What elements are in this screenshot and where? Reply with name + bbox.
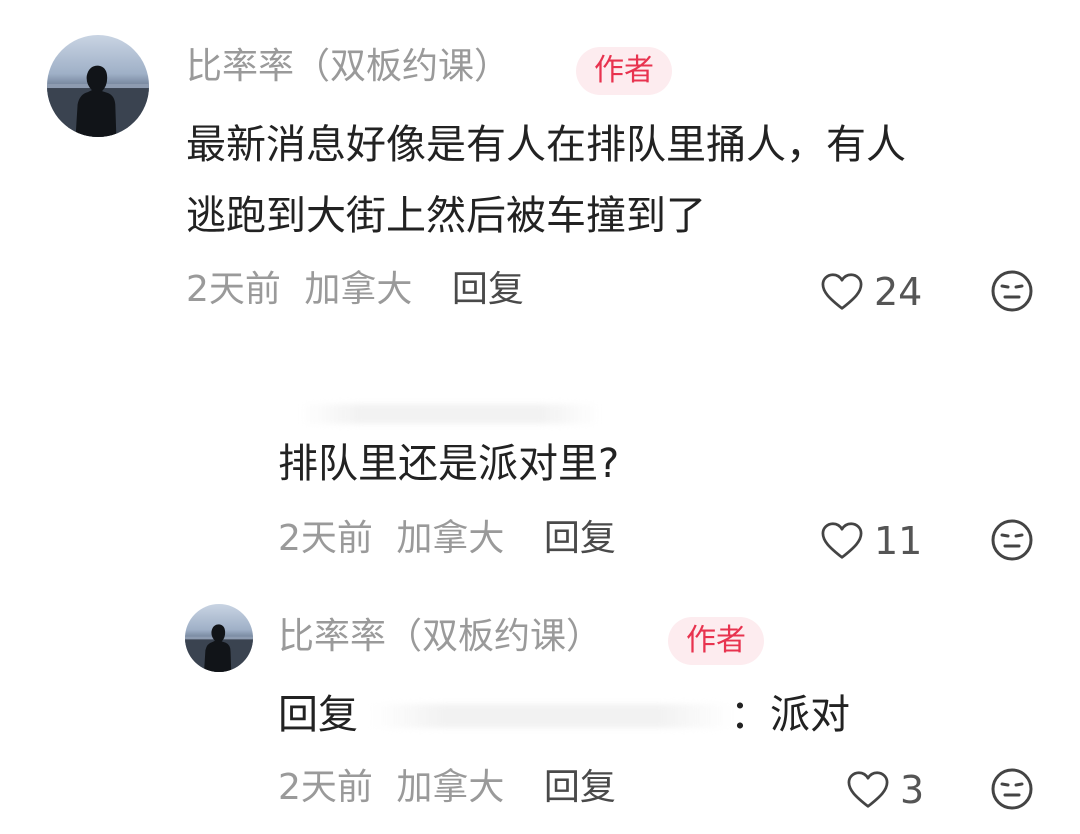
avatar[interactable] [47,35,149,137]
reply-location: 加拿大 [396,518,505,559]
neutral-face-icon [991,270,1033,312]
redacted-username [372,704,732,728]
emoji-reaction-button[interactable] [990,269,1034,313]
author-badge: 作者 [576,47,672,95]
like-button[interactable]: 24 [820,272,922,312]
comment-time: 2天前 [186,269,281,310]
like-count: 11 [874,519,923,563]
emoji-reaction-button[interactable] [990,518,1034,562]
avatar-image [185,624,253,672]
heart-outline-icon [821,522,863,559]
reply-time: 2天前 [278,518,373,559]
like-count: 3 [900,768,925,812]
redacted-username [300,404,600,424]
comment-meta: 2天前 加拿大 回复 [186,272,524,308]
neutral-face-icon [991,768,1033,810]
reply-button[interactable]: 回复 [544,518,616,559]
reply-content: ：派对 [730,692,850,738]
heart-outline-icon [821,273,863,310]
reply-meta: 2天前 加拿大 回复 [278,521,616,557]
avatar-image [47,65,149,137]
like-button[interactable]: 3 [846,770,924,810]
reply-text: 回复 [278,695,358,735]
avatar[interactable] [185,604,253,672]
heart-outline-icon [847,771,889,808]
reply-meta: 2天前 加拿大 回复 [278,770,616,806]
comment-text-line-1: 最新消息好像是有人在排队里捅人，有人 [186,122,906,168]
author-name[interactable]: 比率率（双板约课） [278,619,602,655]
reply-time: 2天前 [278,767,373,808]
reply-button[interactable]: 回复 [544,767,616,808]
reply-button[interactable]: 回复 [452,269,524,310]
reply-location: 加拿大 [396,767,505,808]
reply-text: 排队里还是派对里? [278,441,620,487]
emoji-reaction-button[interactable] [990,767,1034,811]
like-count: 24 [874,270,923,314]
comment-text-line-2: 逃跑到大街上然后被车撞到了 [186,193,706,239]
like-button[interactable]: 11 [820,521,922,561]
reply-prefix: 回复 [278,692,358,738]
author-name[interactable]: 比率率（双板约课） [186,49,510,85]
comment-location: 加拿大 [304,269,413,310]
neutral-face-icon [991,519,1033,561]
author-badge: 作者 [668,617,764,665]
